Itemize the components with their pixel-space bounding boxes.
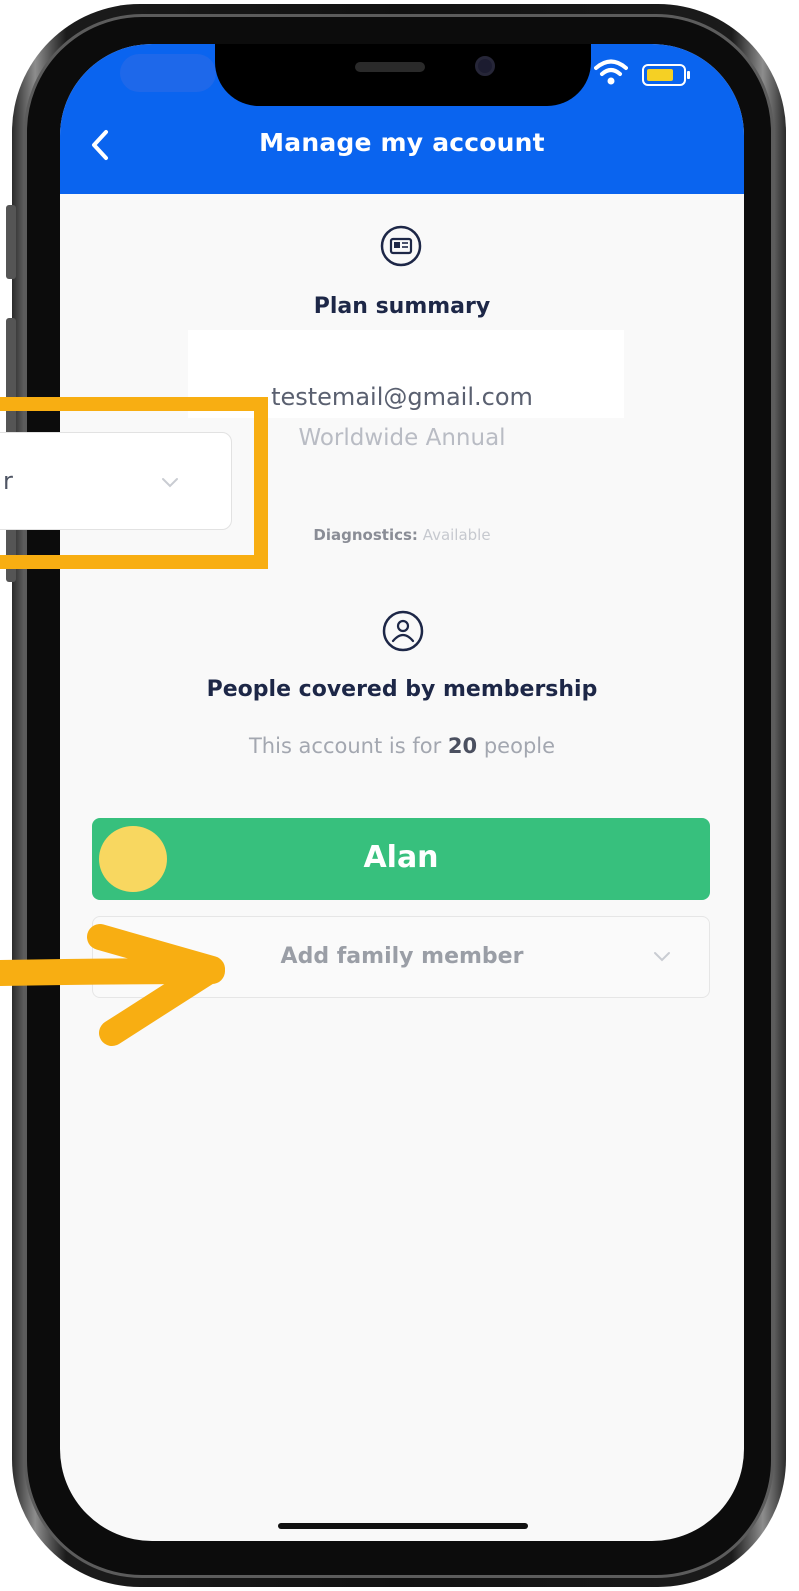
wifi-icon [594,59,628,85]
stage: Manage my account Plan summary testemail… [0,0,799,1591]
mute-switch [6,205,16,279]
diagnostics-value: Available [422,526,491,544]
status-pill [120,54,216,92]
highlight-frame [0,397,268,569]
front-camera [475,56,495,76]
coverage-count: 20 [447,734,478,758]
coverage-prefix: This account is for [248,734,442,758]
pointer-arrow-icon [0,924,225,1046]
member-name: Alan [363,840,439,875]
member-card-alan[interactable]: Alan [92,818,710,900]
coverage-suffix: people [483,734,556,758]
person-circle-icon [382,610,424,652]
app-header: Manage my account [60,44,744,194]
notch [215,44,591,106]
battery-icon [642,64,690,86]
speaker-grille [355,62,425,72]
diagnostics-label: Diagnostics: [313,526,418,544]
chevron-down-icon [654,952,670,962]
coverage-text: This account is for 20 people [60,734,744,758]
phone-screen: Manage my account Plan summary testemail… [60,44,744,1541]
people-covered-title: People covered by membership [206,677,598,702]
id-card-icon [380,225,422,267]
home-indicator [278,1523,528,1529]
page-title: Manage my account [259,128,545,157]
plan-summary-title: Plan summary [313,294,491,319]
